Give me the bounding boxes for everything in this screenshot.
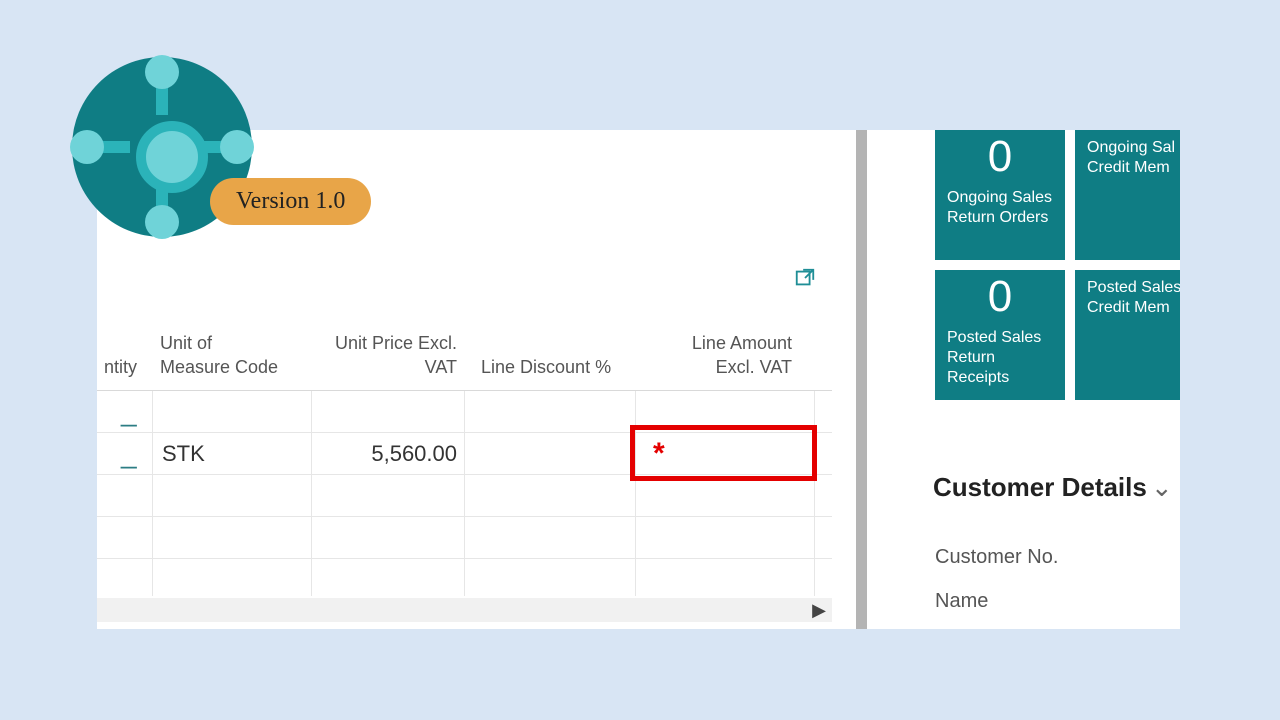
field-name[interactable]: Name: [935, 590, 988, 613]
quantity-cell[interactable]: _: [121, 391, 137, 432]
tile-label: Posted Sales Return Receipts: [947, 328, 1053, 388]
lines-grid[interactable]: _ _ STK 5,560.00 *: [97, 390, 832, 596]
uom-cell[interactable]: STK: [162, 433, 205, 474]
table-row[interactable]: [97, 517, 832, 559]
customer-details-header[interactable]: Customer Details⌄: [933, 472, 1173, 503]
scroll-right-icon[interactable]: ▶: [812, 600, 826, 621]
tile-return-orders[interactable]: 0 Ongoing Sales Return Orders: [935, 130, 1065, 260]
tile-value: 0: [947, 132, 1053, 182]
tile-credit-memos[interactable]: Ongoing Sal Credit Mem: [1075, 130, 1180, 260]
table-row[interactable]: [97, 475, 832, 517]
tile-value: 0: [947, 272, 1053, 322]
field-customer-no[interactable]: Customer No.: [935, 546, 1058, 569]
tile-label: Posted Sales Credit Mem: [1087, 278, 1180, 318]
unit-price-cell[interactable]: 5,560.00: [315, 433, 457, 474]
pane-divider: [856, 130, 867, 629]
popout-icon[interactable]: [794, 267, 816, 289]
col-header-line-discount[interactable]: Line Discount %: [481, 355, 611, 379]
horizontal-scrollbar[interactable]: ▶: [97, 598, 832, 622]
col-header-unit-price[interactable]: Unit Price Excl. VAT: [317, 331, 457, 379]
factbox-pane: 0 Ongoing Sales Return Orders Ongoing Sa…: [927, 130, 1180, 629]
tile-posted-memos[interactable]: Posted Sales Credit Mem: [1075, 270, 1180, 400]
quantity-cell[interactable]: _: [121, 433, 137, 474]
tile-label: Ongoing Sales Return Orders: [947, 188, 1053, 228]
section-title: Customer Details: [933, 472, 1147, 502]
table-row[interactable]: _ STK 5,560.00 *: [97, 433, 832, 475]
grid-headers: ntity Unit of Measure Code Unit Price Ex…: [97, 325, 855, 385]
chevron-down-icon: ⌄: [1151, 472, 1173, 502]
tile-label: Ongoing Sal Credit Mem: [1087, 138, 1180, 178]
col-header-quantity[interactable]: ntity: [97, 355, 137, 379]
version-badge: Version 1.0: [210, 178, 371, 225]
col-header-line-amount[interactable]: Line Amount Excl. VAT: [657, 331, 792, 379]
tile-return-receipts[interactable]: 0 Posted Sales Return Receipts: [935, 270, 1065, 400]
col-header-uom[interactable]: Unit of Measure Code: [160, 331, 320, 379]
line-amount-cell[interactable]: *: [639, 433, 665, 474]
table-row[interactable]: [97, 559, 832, 601]
